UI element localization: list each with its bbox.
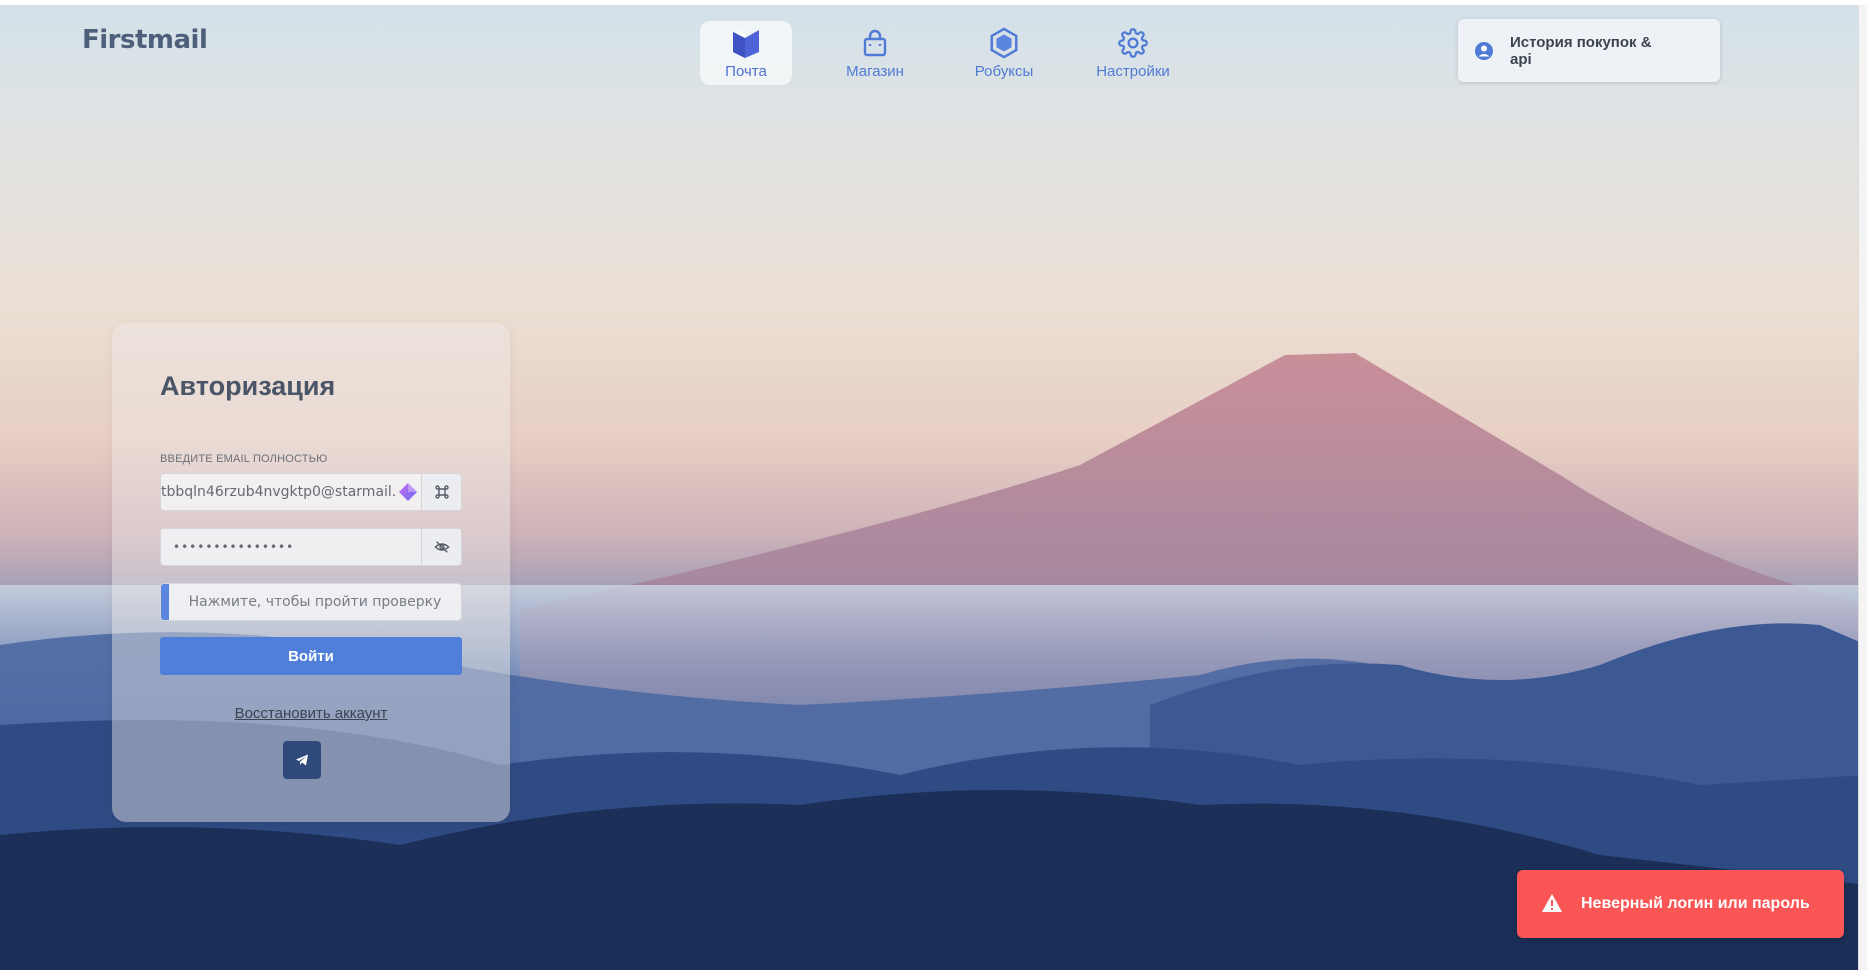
email-field-wrapper [160,473,462,511]
warning-icon [1541,893,1563,915]
nav-label: Магазин [846,62,904,80]
gem-icon [395,474,421,510]
auth-title: Авторизация [160,371,336,401]
error-toast: Неверный логин или пароль [1517,870,1844,938]
auth-card: Авторизация ВВЕДИТЕ EMAIL ПОЛНОСТЬЮ Нажм… [112,323,510,822]
nav-label: Почта [725,62,767,80]
captcha-text: Нажмите, чтобы пройти проверку [188,594,442,610]
purchase-history-button[interactable]: История покупок & api [1458,19,1720,82]
telegram-button[interactable] [283,741,321,779]
user-circle-icon [1474,41,1494,61]
page: Firstmail Почта Магазин Робуксы Настройк… [0,5,1867,970]
nav-item-shop[interactable]: Магазин [829,21,921,85]
password-field-wrapper [160,528,462,566]
nav-item-robux[interactable]: Робуксы [958,21,1050,85]
toggle-password-button[interactable] [421,529,461,565]
nav-label: Настройки [1096,62,1170,80]
hexagon-icon [988,26,1020,59]
nav-item-settings[interactable]: Настройки [1087,21,1179,85]
nav-item-mail[interactable]: Почта [700,21,792,85]
password-input[interactable] [161,529,421,565]
captcha-indicator [161,584,169,620]
eye-off-icon [433,541,450,553]
generate-email-button[interactable] [421,474,461,510]
nav-label: Робуксы [974,62,1034,80]
captcha-check[interactable]: Нажмите, чтобы пройти проверку [160,583,462,621]
command-icon [434,485,449,499]
app-logo[interactable]: Firstmail [82,25,208,55]
shopping-bag-icon [859,27,891,59]
error-message: Неверный логин или пароль [1581,895,1810,912]
email-input[interactable] [161,474,395,510]
restore-account-link[interactable]: Восстановить аккаунт [112,705,510,722]
email-label: ВВЕДИТЕ EMAIL ПОЛНОСТЬЮ [160,453,328,465]
mail-box-icon [730,27,762,59]
gear-icon [1117,27,1149,59]
telegram-icon [296,754,308,766]
purchase-history-label: История покупок & api [1510,33,1652,68]
main-nav: Почта Магазин Робуксы Настройки [700,21,1216,85]
login-button[interactable]: Войти [160,637,462,675]
